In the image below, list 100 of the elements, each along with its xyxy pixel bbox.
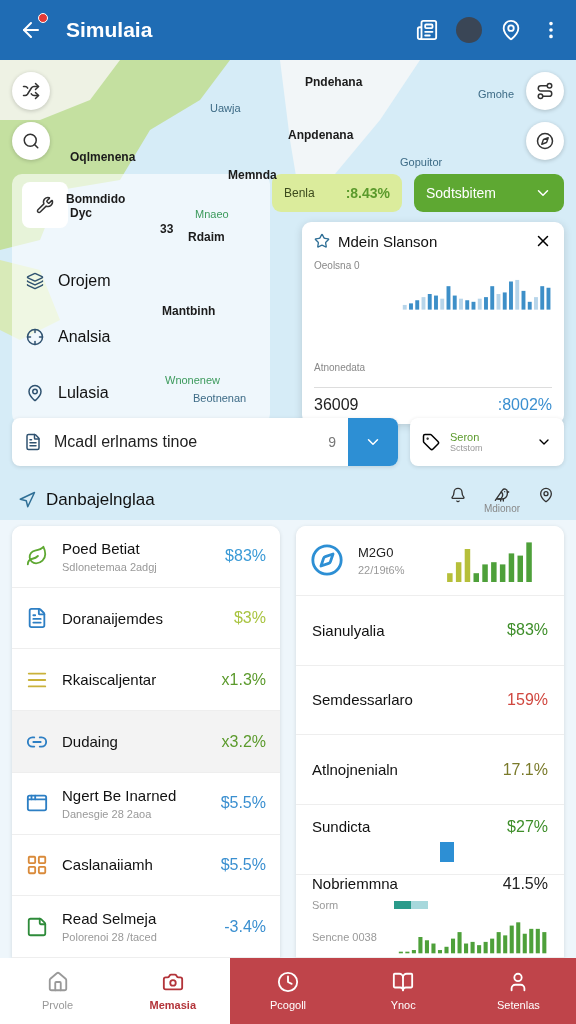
home-icon xyxy=(46,971,69,993)
row-value: 41.5% xyxy=(502,875,548,893)
pin-icon xyxy=(26,384,44,402)
pin-icon[interactable] xyxy=(538,486,554,503)
stat-value: :8.43% xyxy=(345,185,390,201)
map-label: Pndehana xyxy=(305,75,363,89)
compass-icon xyxy=(310,543,344,578)
book-icon xyxy=(392,971,415,993)
row-subtitle: Sdlonetemaa 2adgj xyxy=(62,560,158,573)
list-row[interactable]: Ngert Be Inarned Danesgie 28 2aoa $5.5% xyxy=(12,772,280,835)
row-value: $5.5% xyxy=(220,855,266,874)
list-row[interactable]: Doranaijemdes $3% xyxy=(12,587,280,650)
select-label: Seron xyxy=(450,431,480,443)
nav-tab[interactable]: Setenlas xyxy=(460,958,576,1024)
summary-title: M2G0 xyxy=(358,544,395,560)
app-title: Simulaia xyxy=(66,18,154,42)
wrench-icon xyxy=(36,196,54,214)
row-value: $5.5% xyxy=(220,794,266,813)
row-title: Sundicta xyxy=(312,818,371,836)
count-label: 9 xyxy=(328,434,336,450)
row-title: Doranaijemdes xyxy=(62,609,164,627)
row-icon xyxy=(26,915,48,938)
row-title: Dudaing xyxy=(62,733,119,750)
progress-drawing xyxy=(394,901,428,909)
map-label: Anpdenana xyxy=(288,128,354,142)
clock-icon xyxy=(277,971,299,993)
row-title: Sianulyalia xyxy=(312,621,385,639)
map-label: Oqlmenena xyxy=(70,150,136,164)
row-value: $3% xyxy=(233,609,266,628)
select-sublabel: Sctstom xyxy=(450,443,483,453)
tools-button[interactable] xyxy=(22,182,68,228)
list-row[interactable]: Rkaiscaljentar x1.3% xyxy=(12,649,280,712)
list-row[interactable]: Caslanaiiamh $5.5% xyxy=(12,834,280,897)
camera-icon xyxy=(161,971,184,993)
summary-subtitle: 22/19t6% xyxy=(358,563,406,576)
document-icon xyxy=(24,433,42,451)
row-footer: Sencne 0038 xyxy=(312,931,377,943)
pin-icon[interactable] xyxy=(500,19,522,41)
popup-title: Mdein Slanson xyxy=(338,232,439,250)
bird-icon[interactable] xyxy=(494,486,510,503)
popup-total: 36009 xyxy=(314,396,359,414)
section-caption: Mdionor xyxy=(483,502,521,514)
row-title: Rkaiscaljentar xyxy=(62,671,158,689)
row-icon xyxy=(26,607,48,630)
row-subtitle: Danesgie 28 2aoa xyxy=(62,807,153,820)
row-subtitle: Polorenoi 28 /taced xyxy=(62,931,158,944)
map-label: Mantbinh xyxy=(162,304,216,318)
map-label: Memnda xyxy=(228,168,277,182)
row-icon xyxy=(26,853,48,876)
star-icon xyxy=(314,233,330,249)
row-icon xyxy=(26,545,48,568)
compass-icon xyxy=(536,132,554,150)
map-label: Bomndido xyxy=(66,192,126,206)
route-icon xyxy=(536,82,554,100)
row-value: x1.3% xyxy=(221,670,266,689)
section-icon xyxy=(18,491,36,509)
map-label: Uawja xyxy=(210,102,241,114)
model-field[interactable]: Mcadl erlnams tinoe 9 xyxy=(12,418,398,466)
tag-icon xyxy=(422,433,440,451)
row-title: Atlnojnenialn xyxy=(312,761,398,779)
nav-tab[interactable]: Pcogoll xyxy=(230,958,346,1024)
search-icon xyxy=(22,132,40,150)
map-label: Gopuitor xyxy=(400,156,443,168)
row-value: x3.2% xyxy=(221,732,266,751)
map-label: Dyc xyxy=(70,206,92,220)
row-title: Read Selmeja xyxy=(62,910,158,928)
map-label: 33 xyxy=(160,222,174,236)
nav-tab[interactable]: Memasia xyxy=(115,958,231,1024)
popup-change: :8002% xyxy=(497,396,552,414)
popup-caption: Oeolsna 0 xyxy=(314,260,361,271)
list-row[interactable]: Read Selmeja Polorenoi 28 /taced -3.4% xyxy=(12,896,280,958)
shuffle-icon xyxy=(22,82,40,100)
section-title: Danbajelnglaa xyxy=(46,490,156,510)
row-title: Caslanaiiamh xyxy=(62,856,154,874)
list-row[interactable]: Dudaing x3.2% xyxy=(12,711,280,773)
row-title: Semdessarlaro xyxy=(312,691,413,709)
map-label: Mnaeo xyxy=(195,208,229,220)
season-select[interactable]: Seron Sctstom xyxy=(410,418,564,466)
row-title: Ngert Be Inarned xyxy=(62,786,178,804)
map-label: Rdaim xyxy=(188,230,225,244)
row-title: Nobriemmna xyxy=(312,875,398,893)
news-icon[interactable] xyxy=(416,19,438,41)
layer-item[interactable]: Orojem xyxy=(22,258,142,304)
map-label: Beotnenan xyxy=(193,392,247,404)
row-note: Sorm xyxy=(312,899,339,911)
list-row[interactable]: Poed Betiat Sdlonetemaa 2adgj $83% xyxy=(12,526,280,588)
row-value: 17.1% xyxy=(502,760,548,779)
map-label: Gmohe xyxy=(478,88,515,100)
map-label: Wnonenew xyxy=(165,374,221,386)
marker-drawing xyxy=(440,841,454,862)
row-value: 159% xyxy=(507,691,548,709)
row-value: $83% xyxy=(225,547,266,566)
axis-label: Atnonedata xyxy=(314,362,366,373)
layer-item[interactable]: Analsia xyxy=(22,314,142,360)
layer-item[interactable]: Lulasia xyxy=(22,370,142,416)
nav-tab[interactable]: Ynoc xyxy=(345,958,461,1024)
bell-icon[interactable] xyxy=(450,486,466,503)
row-value: $27% xyxy=(507,817,548,836)
row-value: -3.4% xyxy=(224,917,266,936)
layers-icon xyxy=(26,272,44,290)
